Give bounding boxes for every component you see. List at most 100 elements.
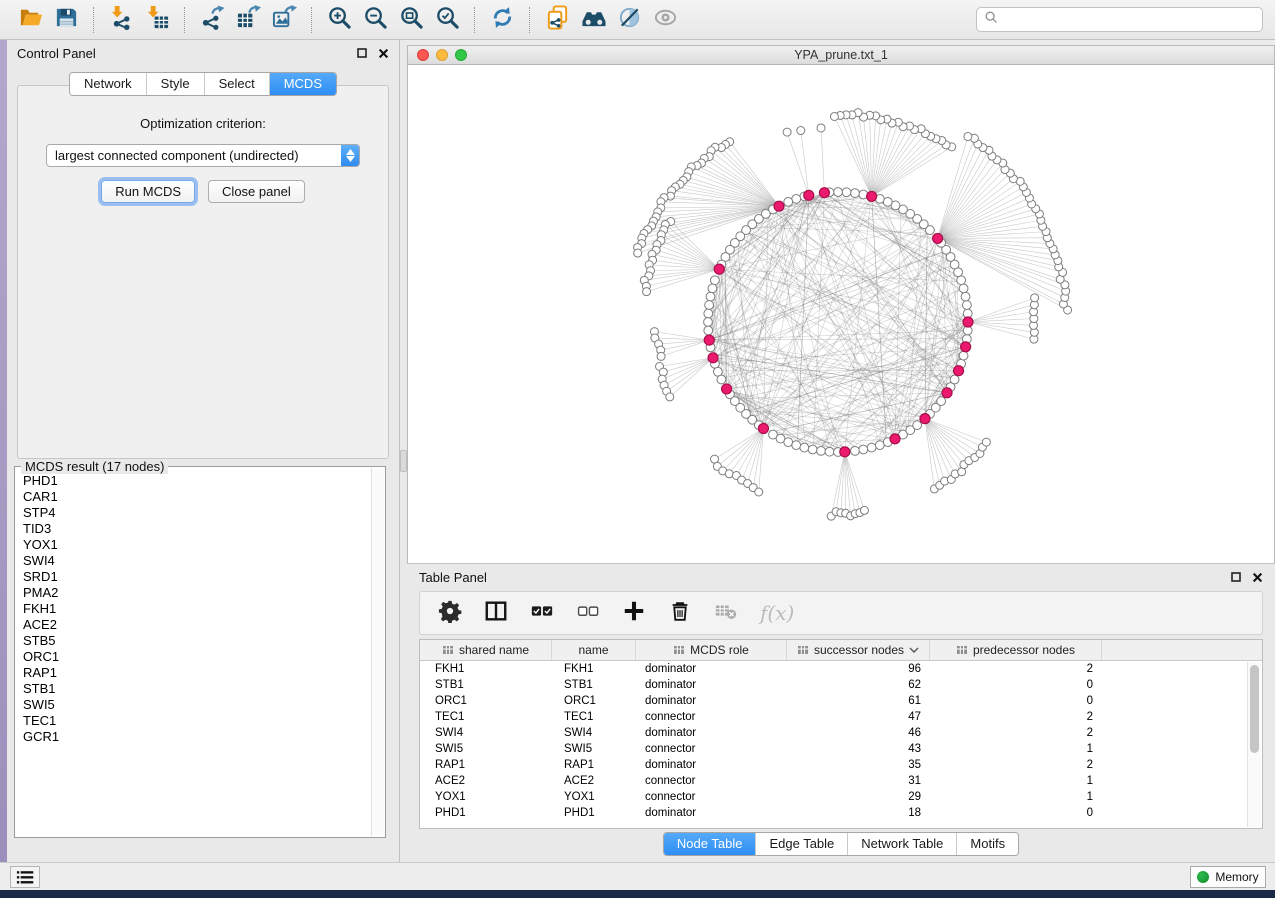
mcds-result-item[interactable]: SRD1: [23, 569, 370, 585]
mcds-result-item[interactable]: FKH1: [23, 601, 370, 617]
toolbar-separator: [474, 7, 475, 33]
tab-mcds[interactable]: MCDS: [269, 73, 336, 95]
table-cell: 47: [787, 711, 930, 723]
tab-select[interactable]: Select: [204, 73, 269, 95]
zoom-in-button[interactable]: [321, 5, 357, 35]
tab-style[interactable]: Style: [146, 73, 204, 95]
float-table-panel-icon[interactable]: [1230, 571, 1242, 583]
table-settings-button[interactable]: [438, 599, 462, 627]
delete-columns-button[interactable]: [668, 599, 692, 627]
save-session-button[interactable]: [48, 5, 84, 35]
columns-icon: [484, 599, 508, 628]
run-mcds-button[interactable]: Run MCDS: [101, 180, 195, 203]
mcds-result-item[interactable]: TID3: [23, 521, 370, 537]
export-table-button[interactable]: [230, 5, 266, 35]
column-header-successor-nodes[interactable]: successor nodes: [787, 640, 930, 660]
table-scrollbar[interactable]: [1247, 662, 1261, 827]
mcds-result-item[interactable]: TEC1: [23, 713, 370, 729]
table-cell: ORC1: [420, 695, 552, 707]
table-row[interactable]: SWI5SWI5connector431: [420, 741, 1247, 757]
tab-node-table[interactable]: Node Table: [664, 833, 756, 855]
table-row[interactable]: ACE2ACE2connector311: [420, 773, 1247, 789]
table-row[interactable]: TEC1TEC1connector472: [420, 709, 1247, 725]
show-graphics-details-button[interactable]: [647, 5, 683, 35]
mcds-result-item[interactable]: STP4: [23, 505, 370, 521]
tab-network[interactable]: Network: [70, 73, 146, 95]
open-session-button[interactable]: [12, 5, 48, 35]
status-bar: Memory: [0, 862, 1275, 890]
table-body: FKH1FKH1dominator962STB1STB1dominator620…: [420, 661, 1247, 828]
search-box[interactable]: [976, 7, 1263, 32]
apply-layout-button[interactable]: [484, 5, 520, 35]
clone-network-icon: [545, 5, 570, 35]
close-table-panel-icon[interactable]: [1251, 571, 1263, 583]
function-builder-button: f(x): [760, 599, 794, 627]
import-network-button[interactable]: [103, 5, 139, 35]
table-cell: 43: [787, 743, 930, 755]
close-panel-icon[interactable]: [377, 47, 389, 59]
deselect-all-button[interactable]: [576, 599, 600, 627]
mcds-result-item[interactable]: PMA2: [23, 585, 370, 601]
vertical-splitter[interactable]: [400, 40, 407, 862]
window-maximize-icon[interactable]: [455, 49, 467, 61]
select-all-button[interactable]: [530, 599, 554, 627]
criterion-select[interactable]: largest connected component (undirected): [46, 144, 360, 167]
table-cell: FKH1: [420, 663, 552, 675]
result-list-scrollbar[interactable]: [371, 468, 384, 836]
table-row[interactable]: YOX1YOX1connector291: [420, 789, 1247, 805]
close-panel-button[interactable]: Close panel: [208, 180, 305, 203]
table-cell: connector: [636, 743, 787, 755]
mcds-result-item[interactable]: PHD1: [23, 473, 370, 489]
float-panel-icon[interactable]: [356, 47, 368, 59]
window-minimize-icon[interactable]: [436, 49, 448, 61]
table-row[interactable]: ORC1ORC1dominator610: [420, 693, 1247, 709]
show-columns-button[interactable]: [484, 599, 508, 627]
zoom-in-icon: [327, 5, 352, 35]
splitter-handle[interactable]: [400, 450, 407, 472]
column-header-predecessor-nodes[interactable]: predecessor nodes: [930, 640, 1102, 660]
zoom-selected-icon: [435, 5, 460, 35]
tab-motifs[interactable]: Motifs: [956, 833, 1018, 855]
column-header-shared-name[interactable]: shared name: [420, 640, 552, 660]
table-cell: dominator: [636, 663, 787, 675]
mcds-result-item[interactable]: YOX1: [23, 537, 370, 553]
mcds-result-item[interactable]: CAR1: [23, 489, 370, 505]
table-row[interactable]: RAP1RAP1dominator352: [420, 757, 1247, 773]
mcds-result-item[interactable]: ORC1: [23, 649, 370, 665]
save-session-icon: [54, 5, 79, 35]
search-network-button[interactable]: [575, 5, 611, 35]
tab-edge-table[interactable]: Edge Table: [755, 833, 847, 855]
table-scrollbar-thumb[interactable]: [1250, 665, 1259, 753]
task-history-button[interactable]: [10, 866, 40, 888]
window-close-icon[interactable]: [417, 49, 429, 61]
mcds-result-item[interactable]: SWI4: [23, 553, 370, 569]
export-network-button[interactable]: [194, 5, 230, 35]
table-cell: 0: [930, 679, 1102, 691]
tab-network-table[interactable]: Network Table: [847, 833, 956, 855]
column-header-name[interactable]: name: [552, 640, 636, 660]
mcds-result-item[interactable]: SWI5: [23, 697, 370, 713]
zoom-fit-button[interactable]: [393, 5, 429, 35]
mcds-result-item[interactable]: RAP1: [23, 665, 370, 681]
network-canvas[interactable]: [408, 66, 1274, 563]
table-row[interactable]: PHD1PHD1dominator180: [420, 805, 1247, 821]
memory-button[interactable]: Memory: [1190, 866, 1266, 888]
import-table-button[interactable]: [139, 5, 175, 35]
mcds-result-item[interactable]: STB1: [23, 681, 370, 697]
hide-graphics-details-button[interactable]: [611, 5, 647, 35]
table-row[interactable]: STB1STB1dominator620: [420, 677, 1247, 693]
export-image-button[interactable]: [266, 5, 302, 35]
clone-network-button[interactable]: [539, 5, 575, 35]
mcds-result-item[interactable]: GCR1: [23, 729, 370, 745]
table-cell: 29: [787, 791, 930, 803]
table-row[interactable]: SWI4SWI4dominator462: [420, 725, 1247, 741]
search-input[interactable]: [998, 13, 1255, 27]
table-row[interactable]: FKH1FKH1dominator962: [420, 661, 1247, 677]
mcds-result-item[interactable]: STB5: [23, 633, 370, 649]
zoom-out-button[interactable]: [357, 5, 393, 35]
create-column-button[interactable]: [622, 599, 646, 627]
sort-desc-icon: [909, 647, 919, 653]
mcds-result-item[interactable]: ACE2: [23, 617, 370, 633]
column-header-mcds-role[interactable]: MCDS role: [636, 640, 787, 660]
zoom-selected-button[interactable]: [429, 5, 465, 35]
